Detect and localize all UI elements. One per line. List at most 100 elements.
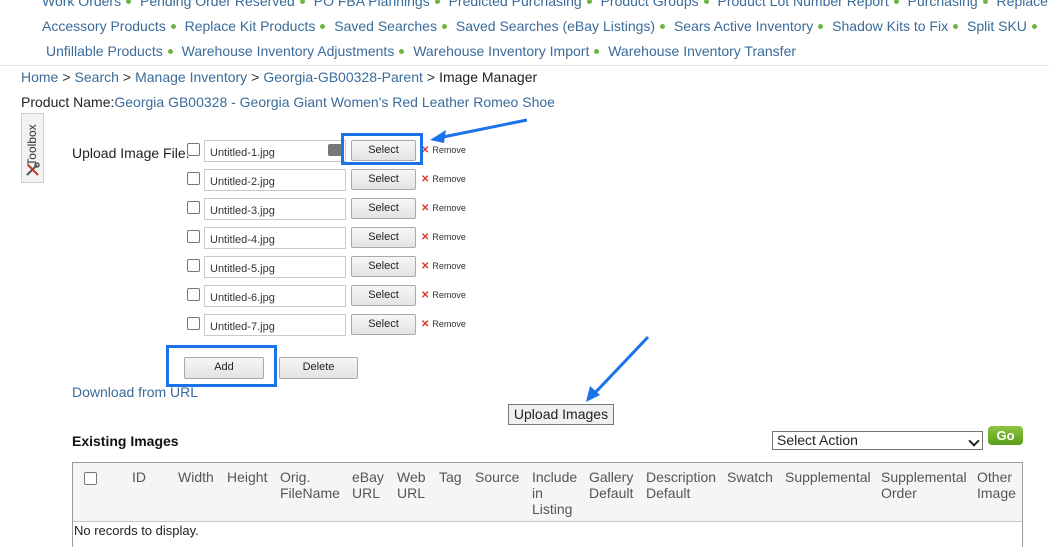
bullet-icon [1031,23,1037,29]
column-header[interactable]: eBay URL [352,469,388,501]
remove-link[interactable]: ✕ Remove [421,290,466,301]
select-button[interactable]: Select [351,227,416,248]
row-checkbox[interactable] [187,317,200,330]
nav-link[interactable]: Saved Searches (eBay Listings) [456,18,655,34]
select-all-checkbox[interactable] [84,472,97,485]
nav-link[interactable]: Replace [997,0,1048,9]
row-checkbox[interactable] [187,143,200,156]
nav-link[interactable]: Accessory Products [42,18,166,34]
column-header[interactable]: Supplemental [785,469,877,485]
table-header: ID Width Height Orig. FileName eBay URL … [73,463,1022,522]
nav-link[interactable]: PO FBA Plannings [314,0,430,9]
select-action-dropdown[interactable]: Select Action [772,431,983,450]
nav-link[interactable]: Product Lot Number Report [718,0,889,9]
nav-link[interactable]: Unfillable Products [46,43,163,59]
row-checkbox[interactable] [187,172,200,185]
breadcrumb-parent-product[interactable]: Georgia-GB00328-Parent [263,69,423,85]
breadcrumb-search[interactable]: Search [75,69,119,85]
close-icon: ✕ [421,290,430,301]
remove-link[interactable]: ✕ Remove [421,261,466,272]
column-header[interactable]: Include in Listing [532,469,582,517]
bullet-icon [818,23,824,29]
bullet-icon [320,23,326,29]
breadcrumb-separator: > [62,69,71,85]
toolbox-tab[interactable]: Toolbox [21,113,44,183]
bullet-icon [703,0,709,4]
bullet-icon [441,23,447,29]
breadcrumb-manage-inventory[interactable]: Manage Inventory [135,69,247,85]
column-header[interactable]: Swatch [727,469,777,485]
bullet-icon [170,23,176,29]
remove-link[interactable]: ✕ Remove [421,145,466,156]
file-name-field[interactable]: Untitled-3.jpg [204,198,346,220]
nav-link[interactable]: Split SKU [967,18,1027,34]
tools-icon [26,162,40,176]
remove-label: Remove [432,232,466,242]
divider [0,65,1049,66]
file-name-field[interactable]: Untitled-1.jpg [204,140,346,162]
select-button[interactable]: Select [351,198,416,219]
select-button[interactable]: Select [351,314,416,335]
nav-link[interactable]: Replace Kit Products [185,18,316,34]
file-name-field[interactable]: Untitled-4.jpg [204,227,346,249]
upload-images-button[interactable]: Upload Images [508,404,614,425]
remove-link[interactable]: ✕ Remove [421,319,466,330]
nav-link[interactable]: Work Orders [42,0,121,9]
upload-image-file-label: Upload Image File: [72,145,190,161]
nav-link[interactable]: Warehouse Inventory Import [413,43,589,59]
product-name-link[interactable]: Georgia GB00328 - Georgia Giant Women's … [114,94,555,110]
row-checkbox[interactable] [187,201,200,214]
row-checkbox[interactable] [187,259,200,272]
file-name-field[interactable]: Untitled-7.jpg [204,314,346,336]
row-checkbox[interactable] [187,288,200,301]
column-header[interactable]: Source [475,469,527,485]
file-name-field[interactable]: Untitled-2.jpg [204,169,346,191]
nav-link[interactable]: Shadow Kits to Fix [832,18,948,34]
file-picker-icon [328,144,342,156]
top-navigation: Work Orders Pending Order Reserved PO FB… [0,0,1049,64]
file-name-text: Untitled-1.jpg [210,147,275,159]
nav-link[interactable]: Sears Active Inventory [674,18,813,34]
close-icon: ✕ [421,261,430,272]
column-header[interactable]: Orig. FileName [280,469,346,501]
row-checkbox[interactable] [187,230,200,243]
nav-link[interactable]: Predicted Purchasing [449,0,582,9]
select-button[interactable]: Select [351,256,416,277]
nav-link[interactable]: Purchasing [908,0,978,9]
nav-link[interactable]: Pending Order Reserved [140,0,295,9]
column-header[interactable]: Gallery Default [589,469,639,501]
remove-label: Remove [432,290,466,300]
select-button[interactable]: Select [351,169,416,190]
column-header[interactable]: Description Default [646,469,720,501]
remove-label: Remove [432,145,466,155]
nav-link[interactable]: Saved Searches [334,18,437,34]
column-header[interactable]: Web URL [397,469,429,501]
nav-link[interactable]: Product Groups [601,0,699,9]
column-header[interactable]: Supplemental Order [881,469,973,501]
column-header[interactable]: ID [132,469,172,485]
breadcrumb-separator: > [122,69,132,85]
delete-button[interactable]: Delete [279,357,358,379]
file-name-field[interactable]: Untitled-5.jpg [204,256,346,278]
nav-link[interactable]: Warehouse Inventory Adjustments [182,43,395,59]
breadcrumb-current: Image Manager [439,69,538,85]
select-button[interactable]: Select [351,285,416,306]
nav-link[interactable]: Warehouse Inventory Transfer [608,43,796,59]
column-header[interactable]: Other Image [977,469,1021,501]
go-button[interactable]: Go [988,426,1023,445]
arrow-to-upload-icon [586,335,650,402]
breadcrumb-home[interactable]: Home [21,69,58,85]
arrow-to-select-icon [430,118,528,143]
download-from-url-link[interactable]: Download from URL [72,384,198,400]
column-header[interactable]: Height [227,469,273,485]
bullet-icon [167,48,173,54]
file-name-field[interactable]: Untitled-6.jpg [204,285,346,307]
remove-link[interactable]: ✕ Remove [421,203,466,214]
remove-link[interactable]: ✕ Remove [421,174,466,185]
remove-label: Remove [432,261,466,271]
column-header[interactable]: Width [178,469,222,485]
file-name-text: Untitled-6.jpg [210,292,275,304]
column-header[interactable]: Tag [439,469,471,485]
remove-link[interactable]: ✕ Remove [421,232,466,243]
breadcrumb-separator: > [426,69,436,85]
